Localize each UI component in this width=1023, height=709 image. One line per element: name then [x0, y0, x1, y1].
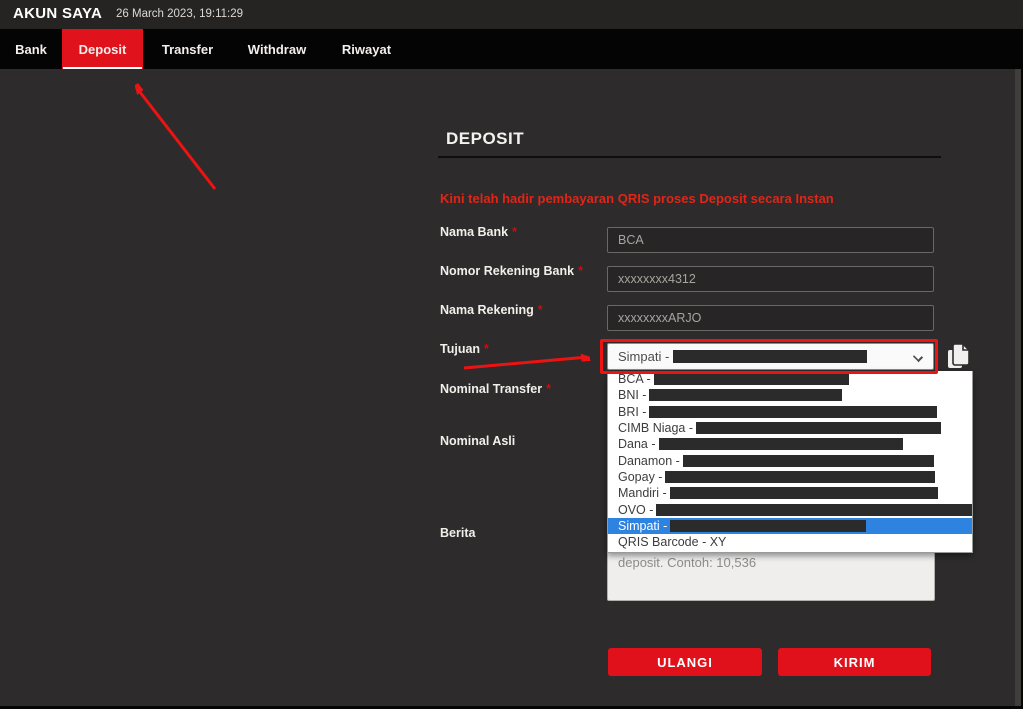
label-text: Nama Bank — [440, 225, 508, 239]
label-text: Nomor Rekening Bank — [440, 264, 574, 278]
nama-bank-input[interactable] — [607, 227, 934, 253]
tab-deposit[interactable]: Deposit — [62, 29, 143, 69]
dropdown-option-label: Mandiri - — [618, 486, 667, 500]
label-berita: Berita — [440, 526, 475, 540]
tab-label: Riwayat — [342, 42, 391, 57]
chevron-down-icon — [913, 352, 923, 362]
dropdown-option-label: BNI - — [618, 388, 646, 402]
dropdown-option-label: CIMB Niaga - — [618, 421, 693, 435]
label-nomor-rekening-bank: Nomor Rekening Bank * — [440, 264, 583, 278]
dropdown-option-label: Gopay - — [618, 470, 662, 484]
label-text: Nominal Transfer — [440, 382, 542, 396]
dropdown-option[interactable]: Simpati - — [608, 518, 972, 534]
active-tab-underline — [63, 67, 142, 69]
nomor-rekening-bank-input[interactable] — [607, 266, 934, 292]
label-nominal-transfer: Nominal Transfer * — [440, 382, 551, 396]
redaction-bar — [665, 471, 935, 483]
redaction-bar — [696, 422, 941, 434]
berita-hint-text: deposit. Contoh: 10,536 — [618, 555, 756, 570]
label-text: Berita — [440, 526, 475, 540]
required-asterisk: * — [546, 382, 551, 396]
tab-transfer[interactable]: Transfer — [143, 29, 232, 69]
dropdown-option-label: Danamon - — [618, 454, 680, 468]
dropdown-option-label: Simpati - — [618, 519, 667, 533]
page-title: DEPOSIT — [446, 129, 524, 149]
datetime-label: 26 March 2023, 19:11:29 — [116, 8, 243, 20]
dropdown-option-label: QRIS Barcode - XY — [618, 535, 726, 549]
dropdown-option[interactable]: BCA - — [608, 371, 972, 387]
tab-bank[interactable]: Bank — [0, 29, 62, 69]
nav-bar: Bank Deposit Transfer Withdraw Riwayat — [0, 29, 1023, 69]
label-text: Nama Rekening — [440, 303, 534, 317]
top-bar: AKUN SAYA 26 March 2023, 19:11:29 — [0, 0, 1023, 29]
redaction-bar — [649, 389, 842, 401]
tab-label: Transfer — [162, 42, 213, 57]
tab-withdraw[interactable]: Withdraw — [232, 29, 322, 69]
dropdown-option-label: Dana - — [618, 437, 656, 451]
tab-label: Withdraw — [248, 42, 306, 57]
dropdown-option[interactable]: Danamon - — [608, 452, 972, 468]
label-text: Nominal Asli — [440, 434, 515, 448]
dropdown-option[interactable]: CIMB Niaga - — [608, 420, 972, 436]
label-nama-bank: Nama Bank * — [440, 225, 517, 239]
label-text: Tujuan — [440, 342, 480, 356]
app-window: AKUN SAYA 26 March 2023, 19:11:29 Bank D… — [0, 0, 1023, 709]
dropdown-option[interactable]: Dana - — [608, 436, 972, 452]
required-asterisk: * — [484, 342, 489, 356]
dropdown-option[interactable]: QRIS Barcode - XY — [608, 534, 972, 550]
arrow-to-tujuan-select — [464, 357, 588, 368]
arrow-to-deposit-tab — [136, 87, 215, 189]
redaction-bar — [670, 520, 866, 532]
redaction-bar — [670, 487, 938, 499]
nama-rekening-input[interactable] — [607, 305, 934, 331]
dropdown-option-label: OVO - — [618, 503, 653, 517]
dropdown-option-label: BCA - — [618, 372, 651, 386]
tab-riwayat[interactable]: Riwayat — [322, 29, 411, 69]
label-tujuan: Tujuan * — [440, 342, 489, 356]
dropdown-option-label: BRI - — [618, 405, 646, 419]
tujuan-selected-value: Simpati - — [618, 349, 669, 364]
dropdown-option[interactable]: OVO - — [608, 501, 972, 517]
dropdown-option[interactable]: Gopay - — [608, 469, 972, 485]
tujuan-select[interactable]: Simpati - — [607, 343, 934, 370]
dropdown-option[interactable]: BRI - — [608, 404, 972, 420]
label-nominal-asli: Nominal Asli — [440, 434, 515, 448]
kirim-button[interactable]: KIRIM — [778, 648, 931, 676]
scrollbar[interactable] — [1015, 69, 1023, 709]
required-asterisk: * — [512, 225, 517, 239]
redaction-bar — [656, 504, 972, 516]
copy-icon[interactable] — [945, 341, 973, 372]
ulangi-button[interactable]: ULANGI — [608, 648, 762, 676]
redaction-bar — [654, 373, 849, 385]
tab-label: Deposit — [79, 42, 127, 57]
redaction-bar — [659, 438, 903, 450]
required-asterisk: * — [538, 303, 543, 317]
dropdown-option[interactable]: BNI - — [608, 387, 972, 403]
label-nama-rekening: Nama Rekening * — [440, 303, 543, 317]
app-title: AKUN SAYA — [13, 5, 102, 22]
tujuan-dropdown-list: BCA - BNI - BRI - CIMB Niaga - Dana - — [607, 371, 973, 553]
redaction-bar — [649, 406, 937, 418]
required-asterisk: * — [578, 264, 583, 278]
tab-label: Bank — [15, 42, 47, 57]
title-divider — [438, 156, 941, 158]
qris-notice-text: Kini telah hadir pembayaran QRIS proses … — [440, 191, 920, 206]
redaction-bar — [673, 350, 867, 363]
redaction-bar — [683, 455, 934, 467]
dropdown-option[interactable]: Mandiri - — [608, 485, 972, 501]
